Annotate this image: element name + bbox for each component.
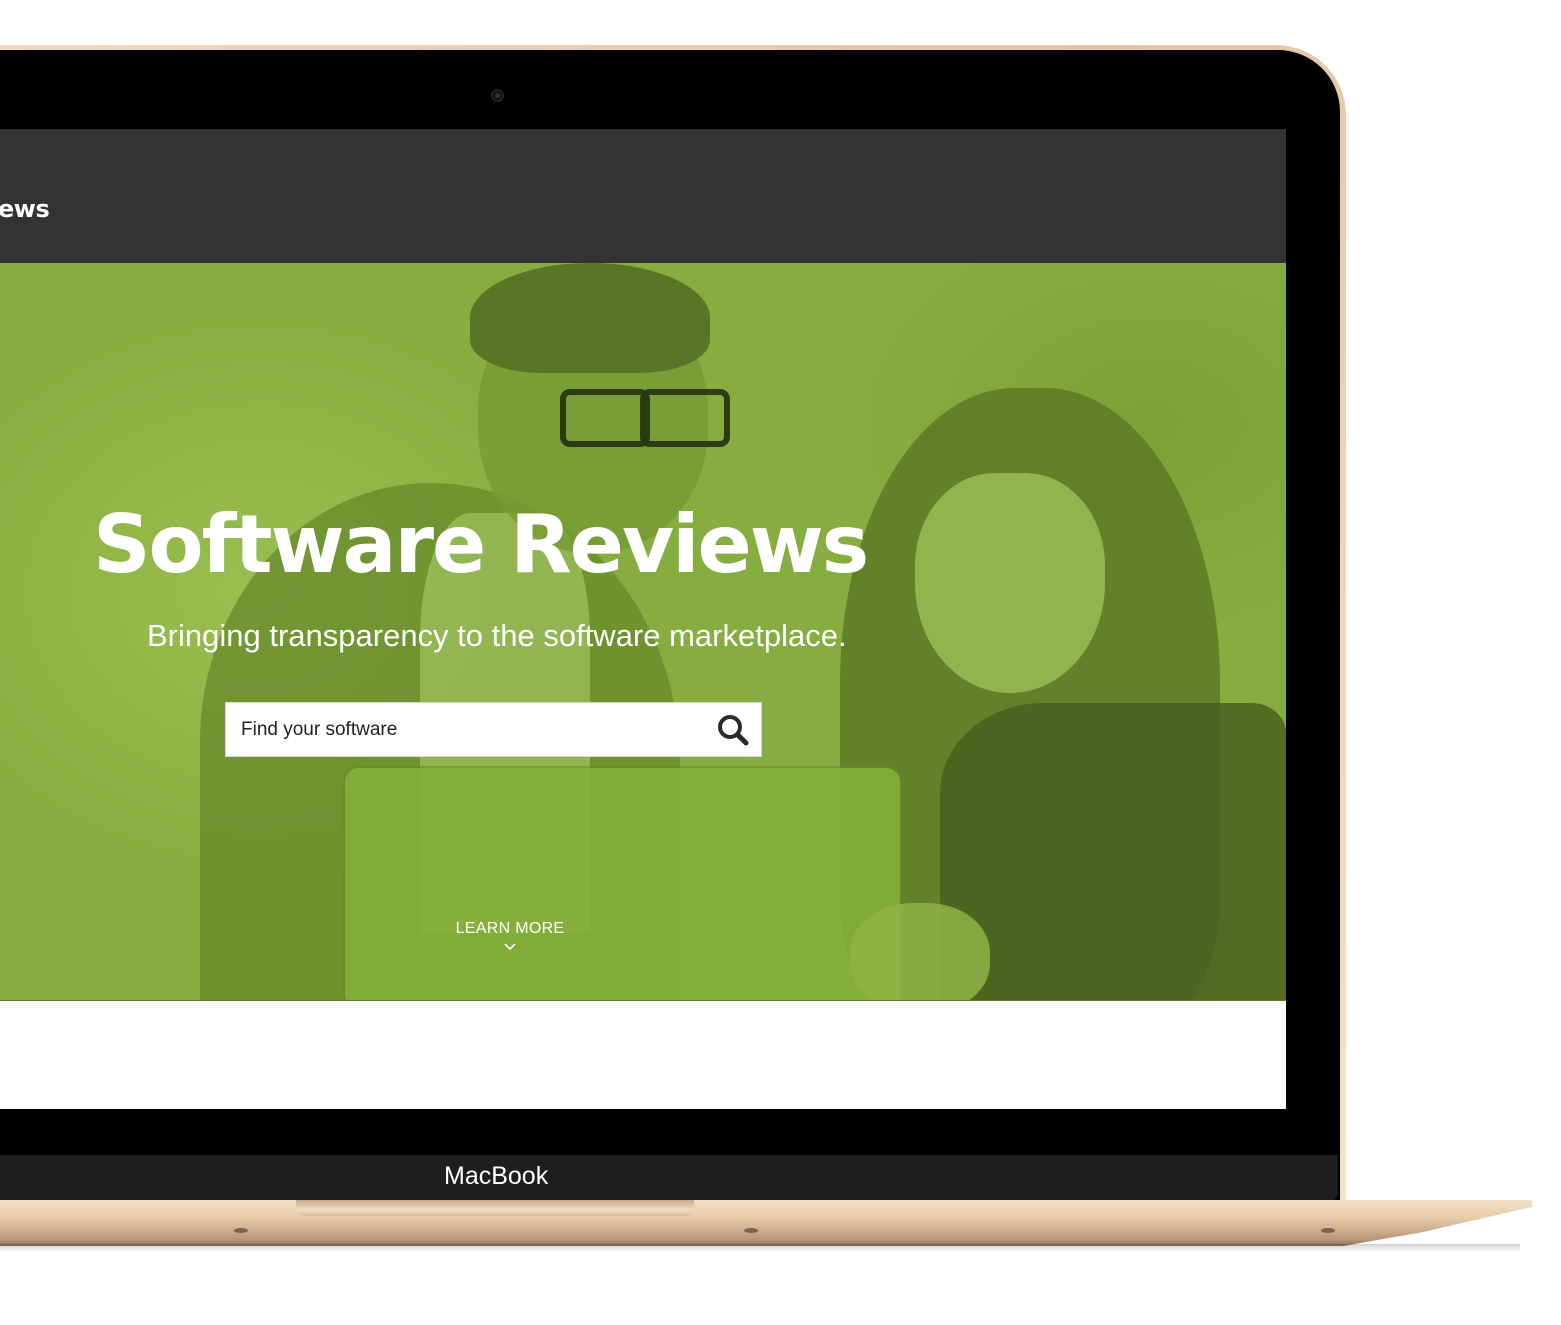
base-shadow <box>0 1244 1520 1252</box>
hero-section: Software Reviews Bringing transparency t… <box>0 263 1286 1001</box>
hinge-notch <box>296 1200 694 1216</box>
learn-more-label: LEARN MORE <box>455 920 565 937</box>
photo-man-hair <box>470 263 710 373</box>
photo-woman-face <box>915 473 1105 693</box>
device-label: MacBook <box>444 1162 549 1190</box>
base-foot <box>234 1228 248 1233</box>
laptop-base <box>0 1200 1532 1246</box>
hero-subtitle: Bringing transparency to the software ma… <box>147 618 847 653</box>
search-bar <box>225 702 762 757</box>
photo-woman-jacket <box>940 703 1286 1000</box>
camera-icon <box>491 89 504 102</box>
search-icon <box>718 715 749 746</box>
search-button[interactable] <box>715 712 751 748</box>
photo-tablet <box>345 768 900 1000</box>
site-header: ews <box>0 129 1286 263</box>
bezel-bottom <box>0 1155 1338 1201</box>
browser-viewport: ews Software Reviews Bringing transparen… <box>0 129 1286 1109</box>
hero-title: Software Reviews <box>93 498 869 591</box>
base-foot <box>744 1228 758 1233</box>
base-foot <box>1321 1228 1335 1233</box>
site-logo[interactable]: ews <box>0 195 50 223</box>
learn-more-link[interactable]: LEARN MORE <box>445 920 575 951</box>
search-input[interactable] <box>226 703 696 756</box>
chevron-down-icon <box>504 943 516 951</box>
photo-glasses-right <box>640 389 730 447</box>
photo-glasses-left <box>560 389 650 447</box>
photo-hand <box>850 903 990 1000</box>
device-mockup: ews Software Reviews Bringing transparen… <box>0 0 1561 1325</box>
